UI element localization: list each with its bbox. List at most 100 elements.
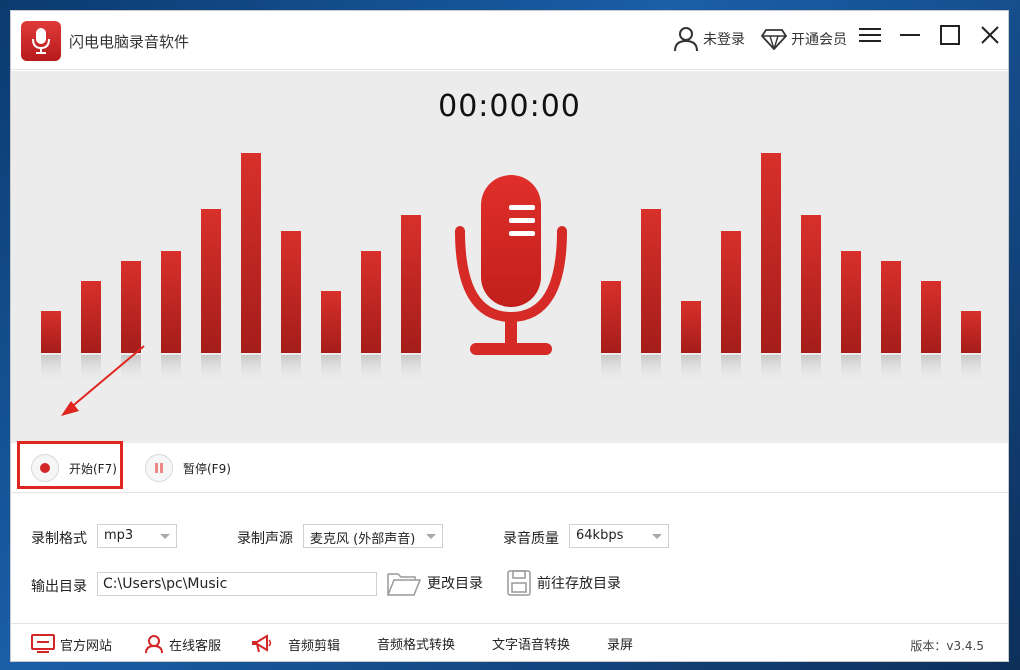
level-bar-reflection-left-3 [161,355,181,385]
change-dir-button[interactable]: 更改目录 [387,570,483,596]
level-bar-left-5 [241,153,261,353]
app-window: 闪电电脑录音软件 未登录 开通会员 00:00:00 开始(F7) 暂停(F9)… [10,10,1009,662]
level-bar-right-4 [761,153,781,353]
format-value: mp3 [104,528,134,543]
settings-panel: 录制格式 mp3 录制声源 麦克风 (外部声音) 录音质量 64kbps 输出目… [11,494,1008,624]
vip-label: 开通会员 [791,32,847,48]
pause-label: 暂停(F9) [183,461,231,476]
vip-button[interactable]: 开通会员 [761,21,847,57]
level-bar-left-0 [41,311,61,353]
chevron-down-icon [160,534,170,539]
output-label: 输出目录 [31,579,87,595]
level-bar-reflection-left-7 [321,355,341,385]
tts-link[interactable]: 文字语音转换 [492,634,570,653]
pause-button[interactable]: 暂停(F9) [145,453,231,483]
pause-icon [145,454,173,482]
level-bar-right-0 [601,281,621,353]
level-bar-reflection-right-1 [641,355,661,385]
minimize-icon [900,34,920,36]
level-bar-right-1 [641,209,661,353]
format-convert-label: 音频格式转换 [377,638,456,653]
level-bar-left-2 [121,261,141,353]
open-dir-button[interactable]: 前往存放目录 [507,570,621,596]
level-bar-right-2 [681,301,701,353]
start-button[interactable]: 开始(F7) [31,453,117,483]
app-title: 闪电电脑录音软件 [69,33,190,51]
level-bar-reflection-left-5 [241,355,261,385]
level-bar-left-1 [81,281,101,353]
open-dir-label: 前往存放目录 [537,576,621,592]
folder-icon [387,573,421,596]
level-bar-left-3 [161,251,181,353]
output-path-input[interactable] [97,572,377,596]
app-logo [21,21,61,61]
support-agent-icon [145,635,163,654]
level-bars [41,153,981,416]
level-bar-left-4 [201,209,221,353]
level-bar-reflection-right-4 [761,355,781,385]
source-select[interactable]: 麦克风 (外部声音) [303,524,443,548]
level-bar-reflection-right-6 [841,355,861,385]
source-value: 麦克风 (外部声音) [310,532,416,547]
level-bar-reflection-left-6 [281,355,301,385]
level-bar-reflection-right-3 [721,355,741,385]
minimize-button[interactable] [898,23,922,47]
user-icon [674,27,698,52]
level-bar-right-8 [921,281,941,353]
close-icon [981,26,999,44]
footer-toolbar: 官方网站 在线客服 音频剪辑 音频格式转换 文字语音转换 录屏 版本：v3.4.… [11,623,1008,661]
screen-record-link[interactable]: 录屏 [607,634,633,653]
level-bar-left-8 [361,251,381,353]
audio-edit-link[interactable]: 音频剪辑 [251,634,340,654]
level-bar-reflection-right-5 [801,355,821,385]
login-label: 未登录 [703,32,745,48]
chevron-down-icon [652,534,662,539]
level-bar-right-9 [961,311,981,353]
menu-button[interactable] [858,23,882,47]
level-bar-left-9 [401,215,421,353]
level-bar-reflection-left-8 [361,355,381,385]
level-bar-reflection-right-2 [681,355,701,385]
level-bar-reflection-right-8 [921,355,941,385]
level-bar-right-3 [721,231,741,353]
close-button[interactable] [978,23,1002,47]
level-bar-reflection-left-1 [81,355,101,385]
source-label: 录制声源 [237,531,293,547]
level-bar-left-7 [321,291,341,353]
level-bar-reflection-left-2 [121,355,141,385]
level-bar-right-6 [841,251,861,353]
level-bar-reflection-left-0 [41,355,61,385]
diamond-icon [761,29,787,50]
maximize-button[interactable] [938,23,962,47]
recording-visualizer: 00:00:00 [11,71,1008,443]
login-button[interactable]: 未登录 [673,21,745,57]
level-bar-reflection-left-4 [201,355,221,385]
microphone-icon [455,175,567,355]
version-text: 版本：v3.4.5 [910,639,984,653]
website-link[interactable]: 官方网站 [31,634,112,654]
format-convert-link[interactable]: 音频格式转换 [377,634,455,653]
support-label: 在线客服 [169,638,222,654]
support-link[interactable]: 在线客服 [144,634,221,654]
start-label: 开始(F7) [69,461,117,476]
chevron-down-icon [426,534,436,539]
level-bar-reflection-right-0 [601,355,621,385]
save-icon [507,570,531,596]
quality-select[interactable]: 64kbps [569,524,669,548]
website-label: 官方网站 [60,638,113,654]
record-controls: 开始(F7) 暂停(F9) [11,441,1008,493]
level-bar-reflection-left-9 [401,355,421,385]
format-label: 录制格式 [31,531,87,547]
titlebar: 闪电电脑录音软件 未登录 开通会员 [11,11,1008,70]
audio-edit-label: 音频剪辑 [288,638,341,654]
change-dir-label: 更改目录 [427,576,483,592]
monitor-icon [31,634,55,653]
level-bar-reflection-right-7 [881,355,901,385]
megaphone-icon [252,634,272,653]
hamburger-icon [859,28,881,42]
quality-label: 录音质量 [503,531,559,547]
format-select[interactable]: mp3 [97,524,177,548]
screen-record-label: 录屏 [607,638,634,653]
microphone-icon [32,28,50,54]
level-bar-reflection-right-9 [961,355,981,385]
